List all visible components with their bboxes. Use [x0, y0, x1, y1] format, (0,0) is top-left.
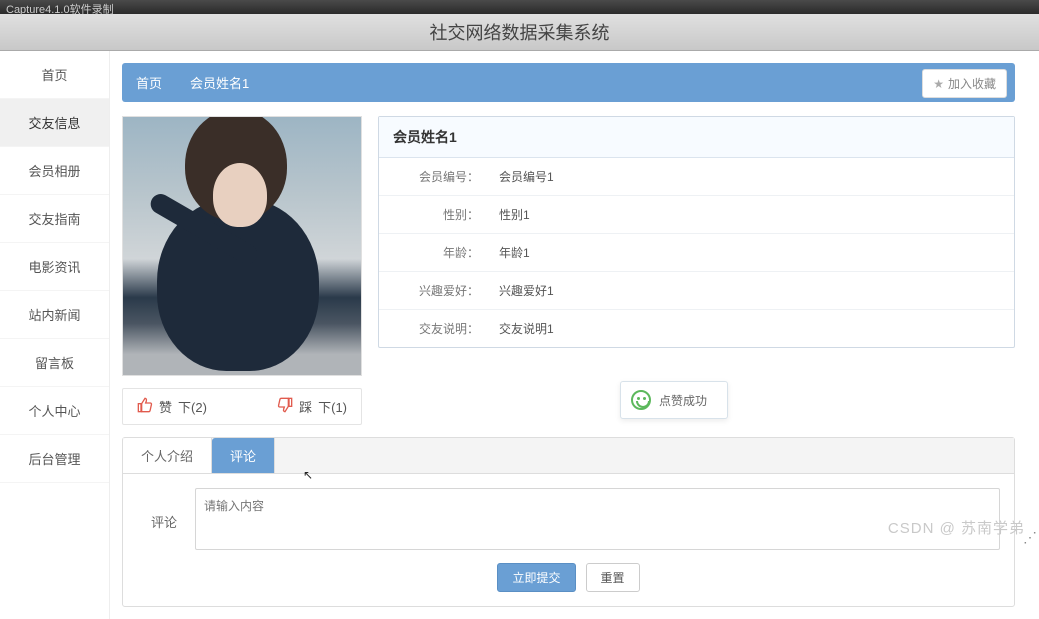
like-count: 下(2) [178, 397, 207, 416]
sidebar-item-profile[interactable]: 个人中心 [0, 387, 109, 435]
dislike-button[interactable]: 踩 下(1) [277, 397, 347, 416]
like-button[interactable]: 赞 下(2) [137, 397, 207, 416]
info-row: 兴趣爱好兴趣爱好1 [379, 272, 1014, 310]
tab-panel: 个人介绍 评论 ↖ 评论 立即提交 重置 [122, 437, 1015, 607]
tab-header: 个人介绍 评论 [123, 438, 1014, 474]
favorite-button[interactable]: ★ 加入收藏 [922, 69, 1007, 98]
favorite-label: 加入收藏 [948, 75, 996, 92]
comment-label: 评论 [137, 488, 177, 531]
tab-body: ↖ 评论 立即提交 重置 [123, 474, 1014, 606]
submit-label: 立即提交 [512, 571, 560, 585]
sidebar-item-admin[interactable]: 后台管理 [0, 435, 109, 483]
sidebar-item-label: 留言板 [35, 356, 74, 371]
sidebar-item-member-album[interactable]: 会员相册 [0, 147, 109, 195]
window-titlebar: Capture4.1.0软件录制 [0, 0, 1039, 14]
star-icon: ★ [933, 77, 944, 91]
sidebar-item-label: 站内新闻 [28, 308, 80, 323]
info-value: 交友说明1 [489, 320, 1014, 337]
submit-button[interactable]: 立即提交 [497, 563, 575, 592]
dislike-label: 踩 [299, 397, 312, 416]
info-label: 兴趣爱好 [379, 282, 489, 299]
info-row: 会员编号会员编号1 [379, 158, 1014, 196]
breadcrumb-current[interactable]: 会员姓名1 [190, 73, 249, 92]
app-title: 社交网络数据采集系统 [430, 23, 610, 43]
sidebar-item-friend-info[interactable]: 交友信息 [0, 99, 109, 147]
reset-button[interactable]: 重置 [586, 563, 640, 592]
thumb-up-icon [137, 397, 153, 416]
reset-label: 重置 [601, 571, 625, 585]
thumb-down-icon [277, 397, 293, 416]
sidebar-item-guestbook[interactable]: 留言板 [0, 339, 109, 387]
info-value: 会员编号1 [489, 168, 1014, 185]
info-row: 交友说明交友说明1 [379, 310, 1014, 347]
sidebar-item-label: 后台管理 [28, 452, 80, 467]
breadcrumb: 首页 会员姓名1 ★ 加入收藏 [122, 63, 1015, 102]
member-photo [122, 116, 362, 376]
breadcrumb-home[interactable]: 首页 [136, 73, 162, 92]
sidebar-item-label: 会员相册 [28, 164, 80, 179]
info-value: 年龄1 [489, 244, 1014, 261]
sidebar-item-home[interactable]: 首页 [0, 51, 109, 99]
info-label: 性别 [379, 206, 489, 223]
smile-icon [631, 390, 651, 410]
sidebar-item-label: 交友信息 [28, 116, 80, 131]
info-value: 兴趣爱好1 [489, 282, 1014, 299]
info-row: 性别性别1 [379, 196, 1014, 234]
tab-label: 评论 [230, 449, 256, 464]
sidebar-item-label: 首页 [41, 68, 67, 83]
member-info-panel: 会员姓名1 会员编号会员编号1 性别性别1 年龄年龄1 兴趣爱好兴趣爱好1 交友… [378, 116, 1015, 348]
app-header: 社交网络数据采集系统 [0, 14, 1039, 51]
sidebar-item-movie-news[interactable]: 电影资讯 [0, 243, 109, 291]
info-label: 交友说明 [379, 320, 489, 337]
window-title: Capture4.1.0软件录制 [6, 4, 114, 16]
member-name-title: 会员姓名1 [379, 117, 1014, 158]
tab-intro[interactable]: 个人介绍 [123, 438, 212, 473]
sidebar: 首页 交友信息 会员相册 交友指南 电影资讯 站内新闻 留言板 个人中心 后台管… [0, 51, 110, 619]
comment-textarea[interactable] [195, 488, 1000, 550]
sidebar-item-label: 电影资讯 [28, 260, 80, 275]
vote-bar: 赞 下(2) 踩 下(1) [122, 388, 362, 425]
dislike-count: 下(1) [318, 397, 347, 416]
tab-label: 个人介绍 [141, 449, 193, 464]
sidebar-item-friend-guide[interactable]: 交友指南 [0, 195, 109, 243]
toast-message: 点赞成功 [659, 392, 707, 409]
info-value: 性别1 [489, 206, 1014, 223]
info-label: 年龄 [379, 244, 489, 261]
sidebar-item-label: 交友指南 [28, 212, 80, 227]
sidebar-item-label: 个人中心 [28, 404, 80, 419]
success-toast: 点赞成功 [620, 381, 728, 419]
info-label: 会员编号 [379, 168, 489, 185]
like-label: 赞 [159, 397, 172, 416]
sidebar-item-site-news[interactable]: 站内新闻 [0, 291, 109, 339]
main-content: 首页 会员姓名1 ★ 加入收藏 赞 下(2) [110, 51, 1039, 619]
info-row: 年龄年龄1 [379, 234, 1014, 272]
tab-comments[interactable]: 评论 [212, 438, 275, 473]
